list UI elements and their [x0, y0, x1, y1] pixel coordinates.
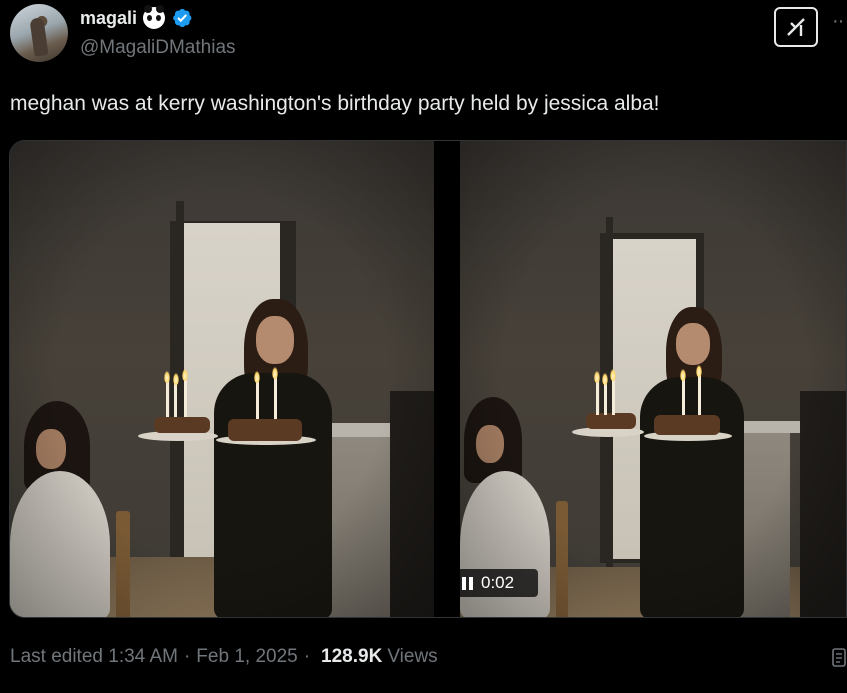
video-time-label: 0:02	[481, 573, 515, 592]
separator-dot: ·	[303, 646, 311, 667]
more-options-icon[interactable]: ··	[832, 10, 844, 33]
video-player[interactable]	[9, 140, 847, 618]
grok-icon[interactable]	[774, 7, 818, 47]
tweet-meta: Last edited 1:34 AM · Feb 1, 2025 · 128.…	[10, 646, 438, 668]
video-frame-right	[460, 141, 846, 617]
author-handle[interactable]: @MagaliDMathias	[80, 37, 236, 59]
separator-dot: ·	[183, 646, 191, 667]
views-label: Views	[387, 646, 438, 667]
video-time-badge[interactable]: 0:02	[456, 569, 538, 597]
grok-glyph-icon	[787, 18, 805, 36]
edited-label[interactable]: Last edited	[10, 646, 103, 668]
pause-icon[interactable]	[462, 576, 473, 590]
video-frame-left	[10, 141, 434, 617]
views-count: 128.9K	[321, 646, 383, 667]
tweet-text: meghan was at kerry washington's birthda…	[10, 92, 660, 115]
tweet-time[interactable]: 1:34 AM	[108, 646, 178, 668]
author-display-name[interactable]: magali	[80, 8, 137, 29]
panda-face-icon	[143, 5, 166, 29]
tweet-date[interactable]: Feb 1, 2025	[196, 646, 297, 668]
author-name-row: magali	[80, 5, 193, 29]
verified-badge-icon[interactable]	[171, 7, 193, 29]
analytics-icon[interactable]	[832, 646, 847, 668]
avatar[interactable]	[10, 4, 68, 62]
